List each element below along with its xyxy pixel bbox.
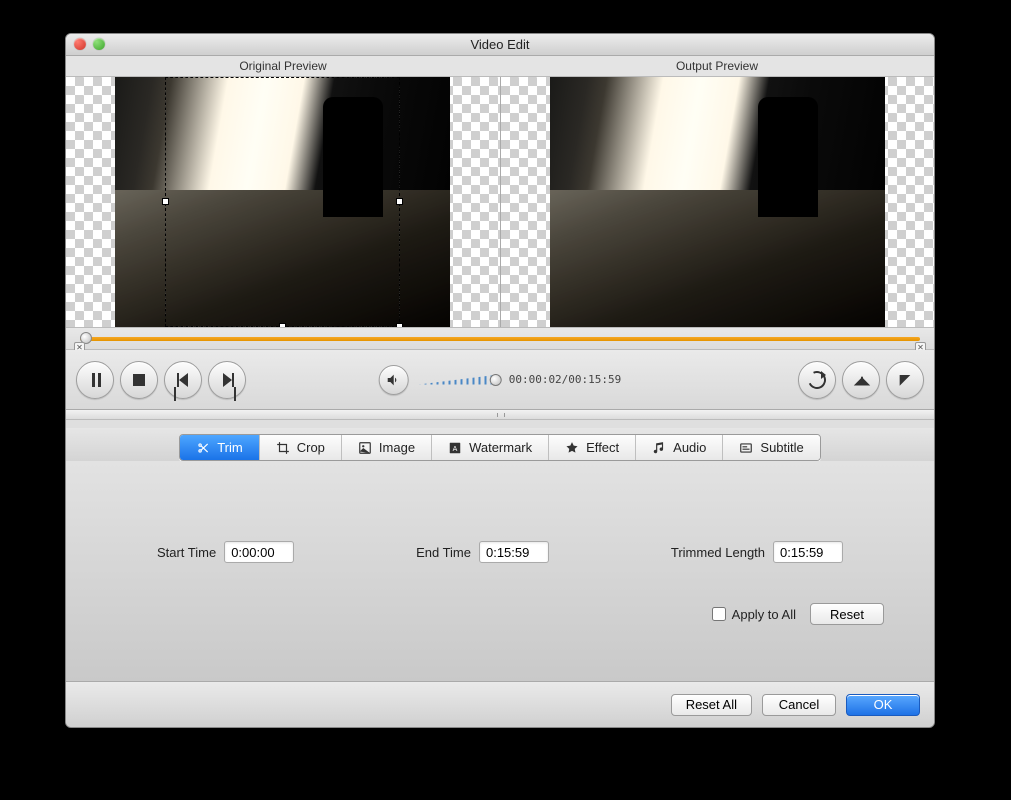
flip-horizontal-button[interactable] <box>842 361 880 399</box>
end-time-label: End Time <box>416 545 471 560</box>
end-time-field: End Time <box>416 541 549 563</box>
mute-button[interactable] <box>379 365 409 395</box>
volume-thumb[interactable] <box>490 374 502 386</box>
image-icon <box>358 441 372 455</box>
original-preview-label: Original Preview <box>66 56 500 76</box>
original-preview-video <box>115 77 450 327</box>
next-frame-icon <box>223 373 232 387</box>
close-window-button[interactable] <box>74 38 86 50</box>
titlebar: Video Edit <box>66 34 934 56</box>
apply-to-all-checkbox[interactable]: Apply to All <box>712 607 796 622</box>
pane-splitter[interactable] <box>66 410 934 420</box>
svg-text:A: A <box>453 445 458 452</box>
tab-audio[interactable]: Audio <box>636 435 723 460</box>
playback-controls: 00:00:02/00:15:59 <box>66 350 934 410</box>
timeline-track[interactable] <box>80 337 920 341</box>
tab-effect-label: Effect <box>586 440 619 455</box>
rotate-button[interactable] <box>798 361 836 399</box>
crop-handle-southeast[interactable] <box>396 323 403 327</box>
scissors-icon <box>196 441 210 455</box>
trim-panel: Start Time End Time Trimmed Length Apply… <box>66 461 934 681</box>
output-preview-video <box>550 77 885 327</box>
tab-audio-label: Audio <box>673 440 706 455</box>
apply-to-all-label: Apply to All <box>732 607 796 622</box>
window-title: Video Edit <box>470 37 529 52</box>
apply-to-all-input[interactable] <box>712 607 726 621</box>
trimmed-length-label: Trimmed Length <box>671 545 765 560</box>
crop-handle-east[interactable] <box>396 198 403 205</box>
flip-vertical-button[interactable] <box>886 361 924 399</box>
music-note-icon <box>652 441 666 455</box>
tab-subtitle-label: Subtitle <box>760 440 803 455</box>
trimmed-length-field: Trimmed Length <box>671 541 843 563</box>
tab-subtitle[interactable]: Subtitle <box>723 435 819 460</box>
tab-image[interactable]: Image <box>342 435 432 460</box>
reset-button[interactable]: Reset <box>810 603 884 625</box>
tab-watermark[interactable]: A Watermark <box>432 435 549 460</box>
original-preview-pane[interactable] <box>66 77 500 327</box>
start-time-label: Start Time <box>157 545 216 560</box>
window-controls <box>74 38 105 50</box>
star-icon <box>565 441 579 455</box>
watermark-icon: A <box>448 441 462 455</box>
output-preview-label: Output Preview <box>500 56 934 76</box>
volume-slider[interactable] <box>419 375 499 385</box>
crop-selection[interactable] <box>165 77 400 327</box>
ok-button[interactable]: OK <box>846 694 920 716</box>
speaker-icon <box>386 372 402 388</box>
tab-image-label: Image <box>379 440 415 455</box>
volume-ticks <box>419 375 499 385</box>
pause-button[interactable] <box>76 361 114 399</box>
start-time-input[interactable] <box>224 541 294 563</box>
rotate-icon <box>808 371 826 389</box>
flip-horizontal-icon <box>854 372 868 387</box>
start-time-field: Start Time <box>157 541 294 563</box>
tab-crop[interactable]: Crop <box>260 435 342 460</box>
next-frame-button[interactable] <box>208 361 246 399</box>
end-time-input[interactable] <box>479 541 549 563</box>
output-preview-pane <box>500 77 935 327</box>
timeline[interactable]: ✕ ✕ <box>66 328 934 350</box>
prev-frame-icon <box>179 373 188 387</box>
tab-trim-label: Trim <box>217 440 243 455</box>
subtitle-icon <box>739 441 753 455</box>
tab-watermark-label: Watermark <box>469 440 532 455</box>
dialog-footer: Reset All Cancel OK <box>66 681 934 727</box>
trimmed-length-input[interactable] <box>773 541 843 563</box>
tab-crop-label: Crop <box>297 440 325 455</box>
prev-frame-button[interactable] <box>164 361 202 399</box>
tab-trim[interactable]: Trim <box>180 435 260 460</box>
crop-handle-west[interactable] <box>162 198 169 205</box>
crop-handle-south[interactable] <box>279 323 286 327</box>
preview-labels: Original Preview Output Preview <box>66 56 934 76</box>
flip-vertical-icon <box>900 371 911 388</box>
edit-tabs: Trim Crop Image A Watermark Effect <box>66 428 934 461</box>
crop-icon <box>276 441 290 455</box>
volume-group: 00:00:02/00:15:59 <box>379 365 622 395</box>
preview-area <box>66 76 934 328</box>
reset-all-button[interactable]: Reset All <box>671 694 752 716</box>
stop-button[interactable] <box>120 361 158 399</box>
playback-timecode: 00:00:02/00:15:59 <box>509 373 622 386</box>
zoom-window-button[interactable] <box>93 38 105 50</box>
stop-icon <box>133 374 145 386</box>
cancel-button[interactable]: Cancel <box>762 694 836 716</box>
tab-effect[interactable]: Effect <box>549 435 636 460</box>
video-edit-window: Video Edit Original Preview Output Previ… <box>65 33 935 728</box>
